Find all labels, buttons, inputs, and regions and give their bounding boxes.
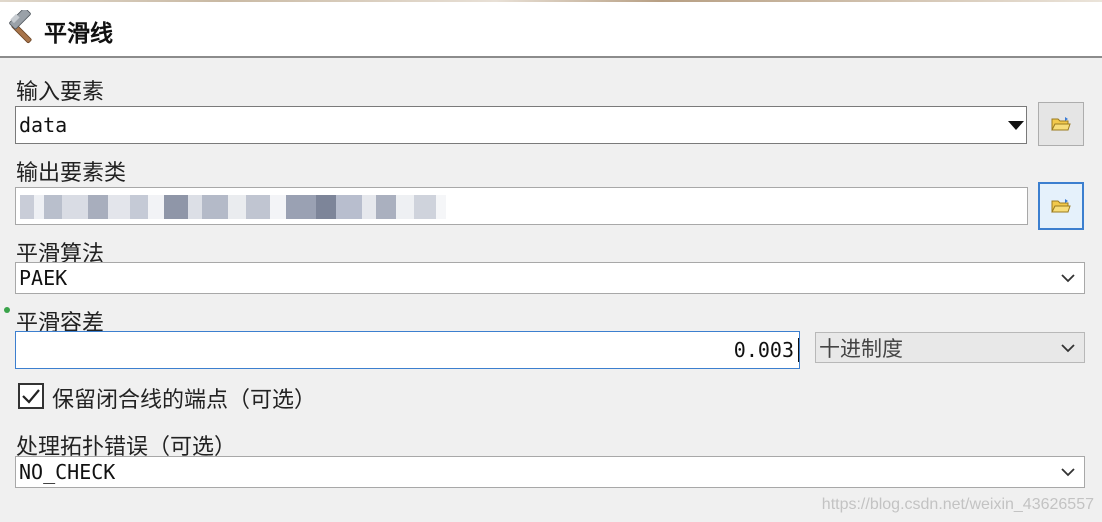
title-bar-top-strip bbox=[0, 0, 1102, 2]
hammer-icon bbox=[9, 10, 32, 44]
title-bar: 平滑线 bbox=[0, 0, 1102, 58]
output-feature-class-browse-button[interactable] bbox=[1038, 182, 1084, 230]
input-features-combobox[interactable]: data bbox=[15, 106, 1027, 144]
handle-topology-errors-select[interactable]: NO_CHECK bbox=[15, 456, 1085, 488]
smoothing-tolerance-value: 0.003 bbox=[731, 338, 799, 362]
input-features-browse-button[interactable] bbox=[1038, 102, 1084, 146]
redacted-path bbox=[20, 195, 466, 219]
input-features-value: data bbox=[19, 113, 68, 137]
chevron-down-icon bbox=[1061, 274, 1075, 283]
smoothing-algorithm-select[interactable]: PAEK bbox=[15, 262, 1085, 294]
tolerance-unit-select[interactable]: 十进制度 bbox=[815, 332, 1085, 363]
handle-topology-errors-value: NO_CHECK bbox=[19, 460, 116, 484]
dropdown-arrow-icon[interactable] bbox=[1006, 107, 1026, 143]
checkmark-icon bbox=[22, 389, 40, 404]
tolerance-unit-value: 十进制度 bbox=[819, 336, 903, 361]
preserve-endpoints-checkbox[interactable] bbox=[18, 383, 44, 409]
window-title: 平滑线 bbox=[44, 21, 113, 47]
smoothing-algorithm-value: PAEK bbox=[19, 266, 68, 290]
input-features-label: 输入要素 bbox=[16, 80, 105, 105]
watermark: https://blog.csdn.net/weixin_43626557 bbox=[821, 496, 1094, 513]
preserve-endpoints-label[interactable]: 保留闭合线的端点（可选） bbox=[52, 382, 316, 414]
folder-open-icon bbox=[1051, 117, 1071, 131]
output-feature-class-label: 输出要素类 bbox=[16, 161, 127, 186]
chevron-down-icon bbox=[1061, 468, 1075, 477]
folder-open-icon bbox=[1051, 199, 1071, 213]
chevron-down-icon bbox=[1061, 343, 1075, 352]
required-indicator bbox=[4, 307, 10, 313]
smoothing-tolerance-input[interactable]: 0.003 bbox=[15, 331, 800, 369]
